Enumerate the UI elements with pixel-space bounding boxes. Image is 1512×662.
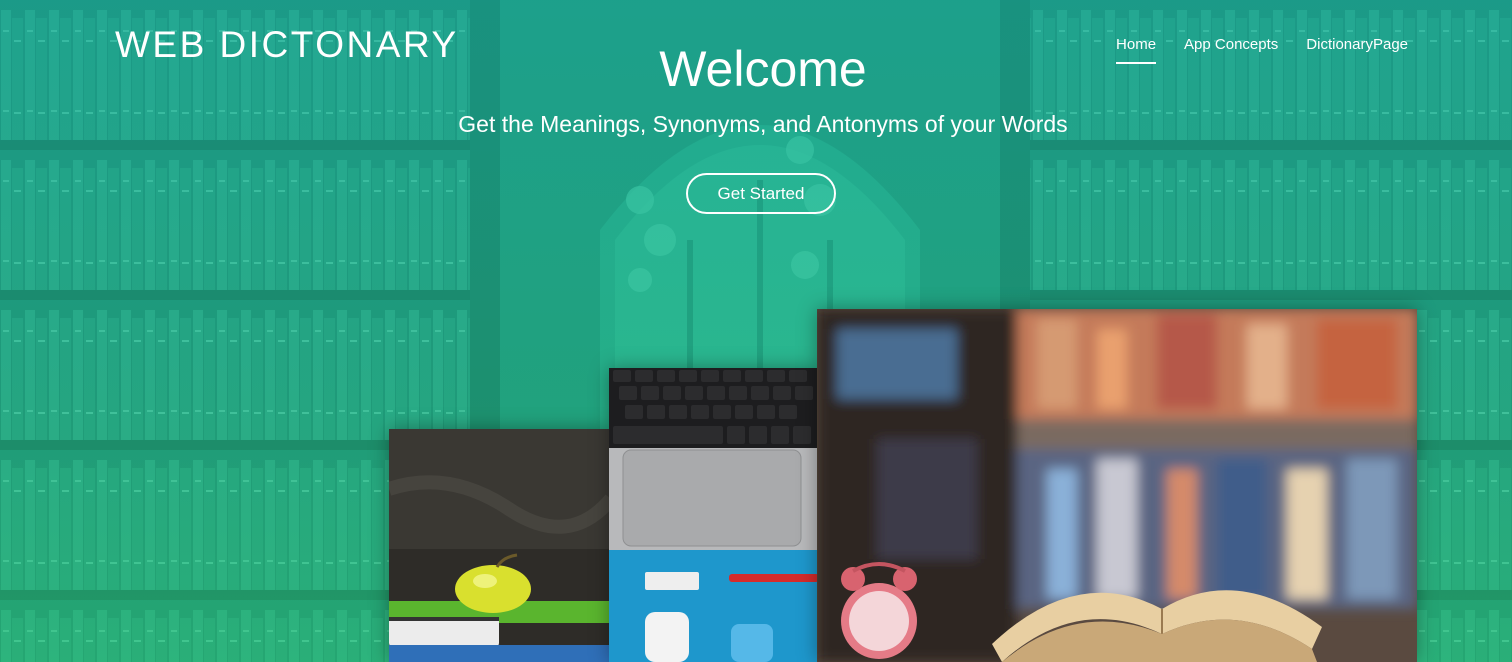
laptop-keyboard-image	[609, 368, 819, 662]
library-photo	[817, 309, 1417, 662]
apple-on-books-image	[389, 429, 611, 662]
get-started-button[interactable]: Get Started	[686, 173, 836, 214]
laptop-desk-photo	[609, 368, 819, 662]
hero-title: Welcome	[659, 41, 867, 97]
hero-subtitle: Get the Meanings, Synonyms, and Antonyms…	[458, 111, 1068, 137]
apple-books-photo	[389, 429, 611, 662]
open-book-alarm-clock-image	[817, 309, 1417, 662]
